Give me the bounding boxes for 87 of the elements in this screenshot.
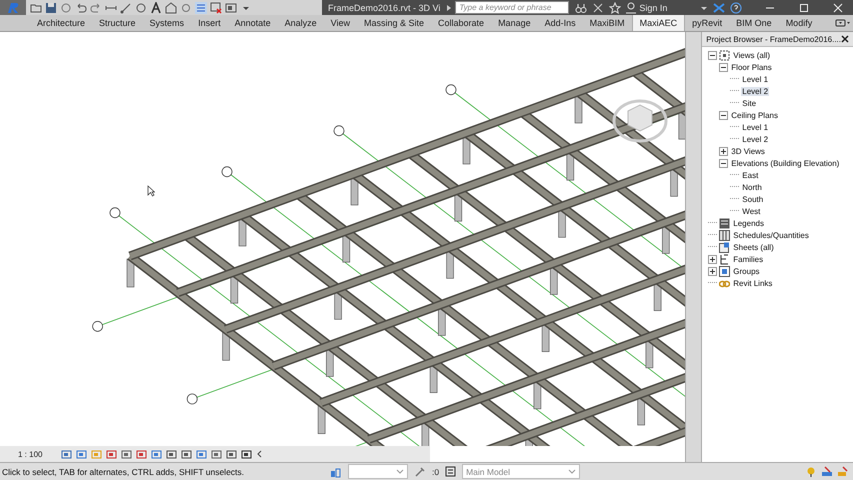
- tree-item[interactable]: East: [741, 170, 760, 180]
- window-title: FrameDemo2016.rvt - 3D Vi: [328, 2, 440, 12]
- thin-lines-icon[interactable]: [195, 2, 207, 14]
- expand-toggle-icon[interactable]: [719, 146, 728, 156]
- dimension-icon[interactable]: [120, 2, 132, 14]
- ribbon-tab[interactable]: Analyze: [278, 15, 324, 31]
- mouse-cursor-icon: [147, 185, 155, 197]
- select-pinned-icon[interactable]: [837, 466, 849, 478]
- views-icon: [719, 50, 730, 60]
- select-underlay-icon[interactable]: [821, 466, 833, 478]
- help-icon[interactable]: [730, 2, 742, 14]
- expand-toggle-icon[interactable]: [708, 266, 718, 276]
- legends-icon: [719, 218, 730, 228]
- close-views-icon[interactable]: [210, 2, 222, 14]
- tree-item[interactable]: Level 2: [741, 86, 770, 96]
- collapse-toggle-icon[interactable]: [708, 50, 718, 60]
- collapse-toggle-icon[interactable]: [719, 158, 728, 168]
- collapse-toggle-icon[interactable]: [719, 62, 728, 72]
- save-icon[interactable]: [45, 2, 57, 14]
- filter-icon[interactable]: [445, 466, 456, 477]
- tree-item[interactable]: Groups: [732, 266, 761, 276]
- worksharing-icon[interactable]: [330, 466, 342, 478]
- 3d-viewport[interactable]: 1 : 100: [0, 32, 686, 462]
- ribbon-tab[interactable]: Collaborate: [431, 15, 492, 31]
- status-message: Click to select, TAB for alternates, CTRL adds, SHIFT unselects.: [2, 466, 246, 476]
- ribbon-tab[interactable]: MaxiAEC: [632, 15, 686, 31]
- families-icon: [719, 254, 730, 264]
- ribbon-tab[interactable]: Annotate: [228, 15, 278, 31]
- tree-item[interactable]: Schedules/Quantities: [732, 230, 810, 240]
- selection-count: :0: [432, 466, 440, 476]
- ribbon-tab[interactable]: Modify: [778, 15, 820, 31]
- tree-item[interactable]: Floor Plans: [730, 62, 773, 72]
- dropdown-caret-icon: [568, 468, 576, 474]
- exchange-icon[interactable]: [713, 2, 726, 14]
- tree-item[interactable]: Legends: [732, 218, 765, 228]
- ribbon-tab[interactable]: Add-Ins: [538, 15, 583, 31]
- expand-arrow-icon[interactable]: [446, 4, 452, 12]
- ribbon-tab[interactable]: Manage: [491, 15, 538, 31]
- tree-item[interactable]: Families: [732, 254, 764, 264]
- undo-icon[interactable]: [75, 2, 87, 14]
- tree-item[interactable]: West: [741, 206, 762, 216]
- binoculars-icon[interactable]: [575, 2, 588, 14]
- maximize-icon[interactable]: [799, 2, 809, 12]
- ribbon-tab[interactable]: Architecture: [30, 15, 92, 31]
- ribbon-tab[interactable]: Insert: [191, 15, 228, 31]
- tree-item[interactable]: North: [741, 182, 763, 192]
- tree-item[interactable]: Elevations (Building Elevation): [730, 158, 840, 168]
- text-icon[interactable]: [150, 2, 162, 14]
- switch-windows-icon[interactable]: [225, 2, 237, 14]
- user-icon: [626, 2, 636, 14]
- tree-item[interactable]: Site: [741, 98, 758, 108]
- ribbon-toggle-icon[interactable]: [835, 18, 852, 28]
- tree-item[interactable]: 3D Views: [730, 146, 766, 156]
- ribbon-tab[interactable]: BIM One: [729, 15, 779, 31]
- chevron-left-icon[interactable]: [256, 449, 262, 459]
- ribbon-tab[interactable]: MaxiBIM: [582, 15, 632, 31]
- dropdown-caret-icon: [396, 468, 404, 474]
- ribbon-tab[interactable]: pyRevit: [685, 15, 730, 31]
- redo-icon[interactable]: [90, 2, 102, 14]
- ribbon-tab[interactable]: Structure: [92, 15, 143, 31]
- tree-item[interactable]: Level 2: [741, 134, 770, 144]
- expand-toggle-icon[interactable]: [708, 254, 718, 264]
- collapse-toggle-icon[interactable]: [719, 110, 728, 120]
- select-links-icon[interactable]: [805, 466, 817, 478]
- ribbon-tab[interactable]: Systems: [142, 15, 192, 31]
- r-logo-icon: [7, 2, 19, 14]
- close-icon[interactable]: [841, 35, 849, 43]
- house-3d-icon[interactable]: [165, 2, 177, 14]
- search-field[interactable]: Type a keyword or phrase: [455, 1, 570, 14]
- tree-item[interactable]: Level 1: [741, 122, 770, 132]
- schedules-icon: [719, 230, 730, 240]
- view-scale[interactable]: 1 : 100: [18, 450, 42, 458]
- sheets-icon: [719, 242, 730, 252]
- tree-item[interactable]: Ceiling Plans: [730, 110, 779, 120]
- ribbon-tab[interactable]: Massing & Site: [357, 15, 432, 31]
- panel-title: Project Browser - FrameDemo2016....: [706, 34, 841, 44]
- open-folder-icon[interactable]: [30, 2, 42, 14]
- star-icon[interactable]: [609, 2, 622, 14]
- sign-in-button[interactable]: Sign In: [626, 2, 696, 14]
- groups-icon: [719, 266, 730, 276]
- ribbon-tab[interactable]: View: [324, 15, 357, 31]
- tree-item[interactable]: Views (all): [732, 50, 772, 60]
- tree-item[interactable]: Revit Links: [732, 278, 774, 288]
- tree-item[interactable]: South: [741, 194, 764, 204]
- tree-item[interactable]: Sheets (all): [732, 242, 775, 252]
- design-option-dropdown[interactable]: Main Model: [462, 464, 580, 479]
- tree-item[interactable]: Level 1: [741, 74, 770, 84]
